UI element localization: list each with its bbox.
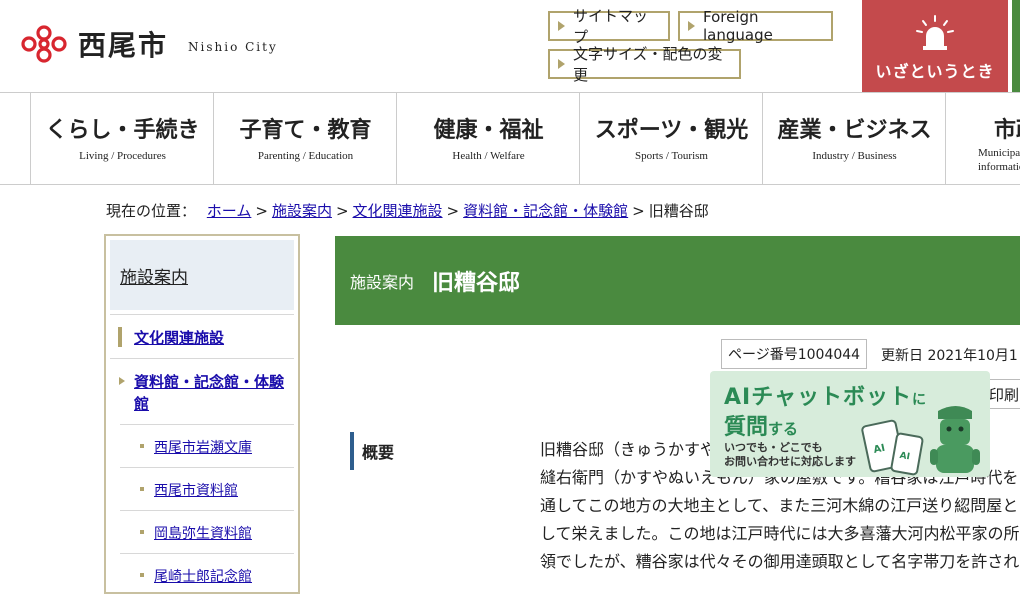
sidebar-subitem-label[interactable]: 西尾市資料館 xyxy=(154,483,238,499)
sidebar-nav: 施設案内 文化関連施設 資料館・記念館・体験館 西尾市岩瀬文庫 西尾市資料館 岡… xyxy=(104,234,300,594)
breadcrumb-current: 旧糟谷邸 xyxy=(648,202,709,220)
global-navigation: くらし・手続き Living / Procedures 子育て・教育 Paren… xyxy=(0,92,1020,185)
nav-parenting[interactable]: 子育て・教育 Parenting / Education xyxy=(213,92,397,184)
breadcrumb-separator: > xyxy=(446,202,460,220)
arrow-right-icon xyxy=(688,21,695,31)
sidebar-subitem-okajima[interactable]: 岡島弥生資料館 xyxy=(120,510,294,553)
bullet-icon xyxy=(140,487,144,491)
text-size-color-button[interactable]: 文字サイズ・配色の変更 xyxy=(548,45,741,84)
nav-label-jp: 市政 xyxy=(994,118,1020,143)
breadcrumb-link-facilities[interactable]: 施設案内 xyxy=(272,202,332,220)
page-category: 施設案内 xyxy=(350,272,415,292)
siren-icon xyxy=(916,15,954,50)
emergency-button[interactable]: いざというとき xyxy=(862,0,1008,92)
nav-label-jp: 健康・福祉 xyxy=(433,118,544,143)
page-title: 旧糟谷邸 xyxy=(432,270,521,296)
foreign-language-button[interactable]: Foreign language xyxy=(678,8,833,44)
nav-label-en: Municipal information xyxy=(978,147,1020,173)
nav-label-en: Health / Welfare xyxy=(452,150,525,162)
bullet-icon xyxy=(140,573,144,577)
ai-chatbot-icon: AI AI xyxy=(861,406,980,476)
sidebar-item-label[interactable]: 文化関連施設 xyxy=(134,329,224,347)
nav-sports[interactable]: スポーツ・観光 Sports / Tourism xyxy=(579,92,763,184)
sidebar-item-label[interactable]: 資料館・記念館・体験館 xyxy=(134,373,284,413)
bullet-icon xyxy=(140,444,144,448)
breadcrumb: 現在の位置： ホーム > 施設案内 > 文化関連施設 > 資料館・記念館・体験館 > 旧糟谷邸 xyxy=(106,200,709,221)
nav-industry[interactable]: 産業・ビジネス Industry / Business xyxy=(762,92,946,184)
ai-chatbot-banner[interactable]: AIチャットボットに 質問する いつでも・どこでも お問い合わせに対応します A… xyxy=(710,371,990,477)
breadcrumb-separator: > xyxy=(335,202,349,220)
chatbot-description-line: いつでも・どこでも xyxy=(724,441,823,454)
chatbot-description: いつでも・どこでも お問い合わせに対応します xyxy=(724,441,856,469)
chatbot-subheadline-main: 質問 xyxy=(724,415,769,440)
svg-text:AI: AI xyxy=(899,451,911,463)
body-line: 領でしたが、糟谷家は代々その御用達頭取として名字帯刀を許され xyxy=(540,552,1020,571)
body-line: して栄えました。この地は江戸時代には大多喜藩大河内松平家の所 xyxy=(540,524,1020,543)
emergency-label: いざというとき xyxy=(875,62,995,81)
sidebar-subitem-shiryokan[interactable]: 西尾市資料館 xyxy=(120,467,294,510)
updated-date: 更新日 2021年10月1 xyxy=(881,348,1018,364)
sidebar-subitem-ozaki[interactable]: 尾崎士郎記念館 xyxy=(120,553,294,596)
sidebar-heading-link[interactable]: 施設案内 xyxy=(120,263,188,288)
svg-text:AI: AI xyxy=(873,443,887,456)
site-header: 西尾市 Nishio City サイトマップ Foreign language … xyxy=(0,0,1020,93)
sidebar-subitem-label[interactable]: 尾崎士郎記念館 xyxy=(154,569,252,585)
nav-label-jp: 子育て・教育 xyxy=(239,118,372,143)
nav-label-en: Living / Procedures xyxy=(79,150,166,162)
nav-living[interactable]: くらし・手続き Living / Procedures xyxy=(30,92,214,184)
nav-label-en: Sports / Tourism xyxy=(635,150,708,162)
arrow-right-icon xyxy=(558,21,565,31)
nav-health[interactable]: 健康・福祉 Health / Welfare xyxy=(396,92,580,184)
sidebar-heading: 施設案内 xyxy=(110,240,294,310)
sidebar-subitem-label[interactable]: 西尾市岩瀬文庫 xyxy=(154,440,252,456)
body-line: 通してこの地方の大地主として、また三河木綿の江戸送り綛問屋と xyxy=(540,496,1019,515)
bullet-icon xyxy=(140,530,144,534)
sidebar-item-culture[interactable]: 文化関連施設 xyxy=(110,314,294,358)
nav-label-en: Industry / Business xyxy=(812,150,897,162)
sitemap-button[interactable]: サイトマップ xyxy=(548,7,670,46)
nishio-city-emblem-icon xyxy=(21,25,67,63)
nav-label-en: Parenting / Education xyxy=(257,150,354,162)
text-size-color-label: 文字サイズ・配色の変更 xyxy=(573,45,723,84)
chatbot-subheadline-suffix: する xyxy=(768,420,799,438)
section-heading-overview: 概要 xyxy=(350,432,394,470)
sidebar-subitem-label[interactable]: 岡島弥生資料館 xyxy=(154,526,252,542)
sidebar-subitem-iwase[interactable]: 西尾市岩瀬文庫 xyxy=(120,424,294,467)
arrow-right-icon xyxy=(119,377,125,385)
breadcrumb-separator: > xyxy=(255,202,268,220)
page-number: ページ番号1004044 xyxy=(721,339,868,369)
nav-label-jp: 産業・ビジネス xyxy=(777,118,932,143)
arrow-right-icon xyxy=(558,59,565,69)
nav-label-jp: くらし・手続き xyxy=(45,118,200,143)
header-edge-tab[interactable] xyxy=(1012,0,1020,92)
breadcrumb-link-culture[interactable]: 文化関連施設 xyxy=(353,202,443,220)
page-title-bar: 施設案内 旧糟谷邸 xyxy=(335,236,1020,325)
foreign-language-label: Foreign language xyxy=(703,8,773,44)
breadcrumb-prefix: 現在の位置： xyxy=(106,202,197,220)
breadcrumb-link-museums[interactable]: 資料館・記念館・体験館 xyxy=(463,202,628,220)
breadcrumb-link-home[interactable]: ホーム xyxy=(207,202,252,220)
sidebar-item-museums[interactable]: 資料館・記念館・体験館 xyxy=(110,358,294,424)
chatbot-subheadline: 質問する xyxy=(724,409,798,441)
logo-japanese-name: 西尾市 xyxy=(78,29,169,62)
logo-english-name: Nishio City xyxy=(188,40,278,54)
nav-municipal[interactable]: 市政 Municipal information xyxy=(945,92,1020,184)
chatbot-description-line: お問い合わせに対応します xyxy=(724,455,856,468)
sidebar-marker xyxy=(118,327,122,347)
nav-label-jp: スポーツ・観光 xyxy=(594,118,749,143)
sitemap-label: サイトマップ xyxy=(573,7,649,46)
site-logo[interactable]: 西尾市 Nishio City xyxy=(20,24,278,64)
breadcrumb-separator: > xyxy=(632,202,645,220)
